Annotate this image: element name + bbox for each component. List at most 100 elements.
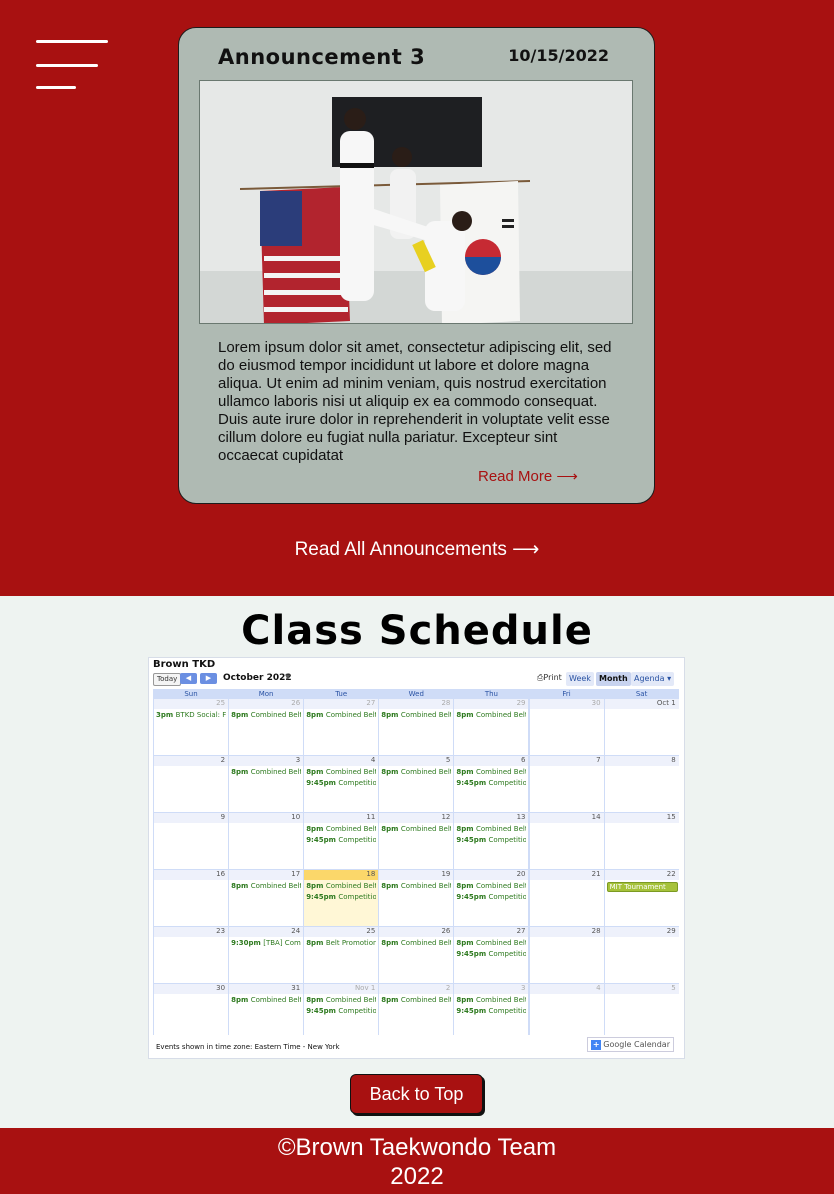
calendar-day-cell[interactable]: 5 8pm Combined Belt <box>379 756 454 812</box>
month-grid: Sun Mon Tue Wed Thu Fri Sat 25 3pm BTKD Social: … <box>153 689 679 1040</box>
caret-down-icon[interactable]: ▼ <box>285 673 290 681</box>
next-month-button[interactable]: ▶ <box>200 673 217 684</box>
calendar-event[interactable]: 8pm Combined Belt <box>381 825 451 833</box>
print-button[interactable]: ⎙Print <box>537 673 562 683</box>
calendar-event[interactable]: 8pm Combined Belt <box>381 882 451 890</box>
calendar-event[interactable]: 8pm Combined Belt <box>381 768 451 776</box>
calendar-day-cell[interactable]: 3 8pm Combined Belt <box>229 756 304 812</box>
calendar-event[interactable]: 8pm Combined Belt <box>456 939 526 947</box>
google-calendar-button[interactable]: + Google Calendar <box>587 1037 674 1052</box>
hamburger-menu-button[interactable] <box>36 40 108 92</box>
calendar-event[interactable]: 8pm Combined Belt <box>381 939 451 947</box>
calendar-day-cell[interactable]: 26 8pm Combined Belt <box>229 699 304 755</box>
calendar-event[interactable]: 8pm Combined Belt <box>306 882 376 890</box>
calendar-day-cell[interactable]: 8 <box>604 756 679 812</box>
calendar-event[interactable]: 8pm Combined Belt <box>456 768 526 776</box>
calendar-event[interactable]: 9:45pm Competition <box>456 836 526 844</box>
day-number: 13 <box>516 813 526 821</box>
calendar-event[interactable]: 8pm Combined Belt <box>231 882 301 890</box>
month-label[interactable]: October 2022 <box>223 673 292 683</box>
calendar-event[interactable]: 9:45pm Competition <box>456 893 526 901</box>
calendar-event[interactable]: 9:45pm Competition <box>456 950 526 958</box>
calendar-event[interactable]: 8pm Combined Belt <box>456 825 526 833</box>
calendar-day-cell[interactable]: 19 8pm Combined Belt <box>379 870 454 926</box>
read-all-announcements-link[interactable]: Read All Announcements ⟶ <box>0 538 834 561</box>
day-number: 20 <box>516 870 526 878</box>
calendar-day-cell[interactable]: 10 <box>229 813 304 869</box>
day-number: 28 <box>441 699 451 707</box>
calendar-day-cell[interactable]: 3 8pm Combined Belt 9:45pm Competition <box>454 984 529 1040</box>
calendar-day-cell[interactable]: 7 <box>529 756 604 812</box>
view-agenda-tab[interactable]: Agenda ▾ <box>631 672 675 686</box>
calendar-day-cell[interactable]: 24 9:30pm [TBA] Combi <box>229 927 304 983</box>
calendar-day-cell[interactable]: 30 <box>529 699 604 755</box>
calendar-event[interactable]: 9:45pm Competition <box>456 779 526 787</box>
calendar-event[interactable]: 8pm Belt Promotion <box>306 939 376 947</box>
calendar-day-cell[interactable]: 2 8pm Combined Belt <box>379 984 454 1040</box>
calendar-day-cell[interactable]: 31 8pm Combined Belt <box>229 984 304 1040</box>
calendar-day-cell[interactable]: 13 8pm Combined Belt 9:45pm Competition <box>454 813 529 869</box>
event-time: 8pm <box>381 996 401 1004</box>
day-of-week-header: Mon <box>258 690 274 698</box>
calendar-day-cell[interactable]: Nov 1 8pm Combined Belt 9:45pm Competition <box>304 984 379 1040</box>
calendar-event[interactable]: 9:45pm Competition <box>306 836 376 844</box>
calendar-day-cell[interactable]: 29 <box>604 927 679 983</box>
calendar-event[interactable]: 8pm Combined Belt <box>456 882 526 890</box>
calendar-event[interactable]: 9:30pm [TBA] Combi <box>231 939 301 947</box>
today-button[interactable]: Today <box>153 673 182 686</box>
calendar-day-cell[interactable]: 27 8pm Combined Belt <box>304 699 379 755</box>
calendar-event[interactable]: 8pm Combined Belt <box>306 825 376 833</box>
calendar-event[interactable]: 8pm Combined Belt <box>306 996 376 1004</box>
calendar-day-cell[interactable]: 17 8pm Combined Belt <box>229 870 304 926</box>
calendar-day-cell[interactable]: 28 <box>529 927 604 983</box>
calendar-event[interactable]: 8pm Combined Belt <box>456 996 526 1004</box>
calendar-event[interactable]: 8pm Combined Belt <box>306 711 376 719</box>
calendar-day-cell[interactable]: 11 8pm Combined Belt 9:45pm Competition <box>304 813 379 869</box>
chevron-right-icon: ▶ <box>205 674 212 682</box>
calendar-day-cell[interactable]: 14 <box>529 813 604 869</box>
calendar-event[interactable]: 8pm Combined Belt <box>381 711 451 719</box>
calendar-day-cell[interactable]: 4 8pm Combined Belt 9:45pm Competition <box>304 756 379 812</box>
calendar-event[interactable]: MIT Tournament <box>606 882 678 892</box>
read-more-link[interactable]: Read More ⟶ <box>478 467 578 485</box>
calendar-day-cell[interactable]: 30 <box>154 984 229 1040</box>
view-week-tab[interactable]: Week <box>566 672 594 686</box>
calendar-day-cell[interactable]: 28 8pm Combined Belt <box>379 699 454 755</box>
calendar-day-cell[interactable]: 12 8pm Combined Belt <box>379 813 454 869</box>
calendar-event[interactable]: 8pm Combined Belt <box>306 768 376 776</box>
calendar-day-cell[interactable]: 9 <box>154 813 229 869</box>
event-title: Combined Belt <box>400 825 452 833</box>
calendar-event[interactable]: 3pm BTKD Social: Fi <box>156 711 226 719</box>
calendar-day-cell[interactable]: 25 3pm BTKD Social: Fi <box>154 699 229 755</box>
calendar-event[interactable]: 8pm Combined Belt <box>381 996 451 1004</box>
calendar-event[interactable]: 8pm Combined Belt <box>456 711 526 719</box>
calendar-day-cell[interactable]: 22 MIT Tournament <box>604 870 679 926</box>
calendar-day-cell[interactable]: 6 8pm Combined Belt 9:45pm Competition <box>454 756 529 812</box>
event-time: 8pm <box>306 996 326 1004</box>
calendar-event[interactable]: 9:45pm Competition <box>306 779 376 787</box>
calendar-day-cell[interactable]: 2 <box>154 756 229 812</box>
back-to-top-button[interactable]: Back to Top <box>350 1074 483 1114</box>
calendar-day-cell[interactable]: 20 8pm Combined Belt 9:45pm Competition <box>454 870 529 926</box>
calendar-day-cell[interactable]: 16 <box>154 870 229 926</box>
calendar-event[interactable]: 9:45pm Competition <box>306 1007 376 1015</box>
calendar-event[interactable]: 8pm Combined Belt <box>231 711 301 719</box>
calendar-event[interactable]: 8pm Combined Belt <box>231 768 301 776</box>
previous-month-button[interactable]: ◀ <box>180 673 197 684</box>
calendar-event[interactable]: 8pm Combined Belt <box>231 996 301 1004</box>
calendar-day-cell[interactable]: 25 8pm Belt Promotion <box>304 927 379 983</box>
calendar-day-cell[interactable]: 5 <box>604 984 679 1040</box>
calendar-day-cell[interactable]: Oct 1 <box>604 699 679 755</box>
calendar-day-cell[interactable]: 23 <box>154 927 229 983</box>
view-month-tab[interactable]: Month <box>596 672 631 686</box>
calendar-day-cell[interactable]: 21 <box>529 870 604 926</box>
calendar-day-cell[interactable]: 26 8pm Combined Belt <box>379 927 454 983</box>
calendar-day-cell[interactable]: 18 8pm Combined Belt 9:45pm Competition <box>304 870 379 926</box>
calendar-day-cell[interactable]: 15 <box>604 813 679 869</box>
calendar-day-cell[interactable]: 27 8pm Combined Belt 9:45pm Competition <box>454 927 529 983</box>
calendar-event[interactable]: 9:45pm Competition <box>456 1007 526 1015</box>
calendar-event[interactable]: 9:45pm Competition <box>306 893 376 901</box>
day-of-week-header: Sun <box>184 690 198 698</box>
calendar-day-cell[interactable]: 4 <box>529 984 604 1040</box>
calendar-day-cell[interactable]: 29 8pm Combined Belt <box>454 699 529 755</box>
